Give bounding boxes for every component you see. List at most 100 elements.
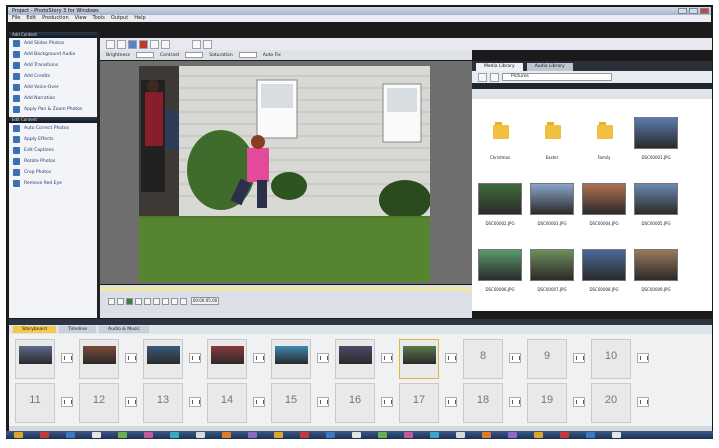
volume-button[interactable] (162, 298, 169, 305)
transition-icon[interactable] (509, 397, 521, 407)
first-frame-button[interactable] (108, 298, 115, 305)
photo-thumbnail[interactable] (530, 249, 574, 281)
storyboard-slot[interactable]: 20 (591, 383, 631, 423)
rotate-left-button[interactable] (128, 39, 137, 49)
photo-thumbnail[interactable] (478, 183, 522, 215)
taskbar-app-icon[interactable] (66, 432, 75, 438)
transition-icon[interactable] (189, 397, 201, 407)
move-left-button[interactable] (192, 39, 201, 49)
transition-icon[interactable] (637, 397, 649, 407)
taskbar-app-icon[interactable] (196, 432, 205, 438)
storyboard-slot[interactable]: 18 (463, 383, 503, 423)
folder-icon[interactable] (597, 121, 613, 141)
taskbar-app-icon[interactable] (170, 432, 179, 438)
taskbar-app-icon[interactable] (40, 432, 49, 438)
task-add-audio[interactable]: Add Background Audio (9, 49, 97, 60)
task-red-eye[interactable]: Remove Red Eye (9, 178, 97, 189)
storyboard-slot[interactable]: 17 (399, 383, 439, 423)
storyboard-slot[interactable] (15, 339, 55, 379)
menu-output[interactable]: Output (111, 15, 128, 22)
taskbar-app-icon[interactable] (508, 432, 517, 438)
task-effects[interactable]: Apply Effects (9, 134, 97, 145)
task-add-transitions[interactable]: Add Transitions (9, 60, 97, 71)
maximize-button[interactable] (689, 8, 698, 14)
storyboard-slot[interactable]: 14 (207, 383, 247, 423)
storyboard-slot[interactable]: 15 (271, 383, 311, 423)
taskbar-app-icon[interactable] (404, 432, 413, 438)
storyboard-slot[interactable]: 9 (527, 339, 567, 379)
taskbar-app-icon[interactable] (534, 432, 543, 438)
folder-icon[interactable] (545, 121, 561, 141)
storyboard-slot[interactable]: 13 (143, 383, 183, 423)
taskbar-app-icon[interactable] (222, 432, 231, 438)
transition-icon[interactable] (573, 353, 585, 363)
transition-icon[interactable] (61, 353, 73, 363)
folder-icon[interactable] (493, 121, 509, 141)
task-add-narration[interactable]: Add Narration (9, 93, 97, 104)
transition-icon[interactable] (253, 353, 265, 363)
redo-button[interactable] (117, 39, 126, 49)
play-button[interactable] (126, 298, 133, 305)
taskbar-app-icon[interactable] (248, 432, 257, 438)
photo-thumbnail[interactable] (530, 183, 574, 215)
brightness-field[interactable] (135, 52, 154, 58)
transition-icon[interactable] (637, 353, 649, 363)
previous-button[interactable] (117, 298, 124, 305)
transition-icon[interactable] (509, 353, 521, 363)
task-crop[interactable]: Crop Photos (9, 167, 97, 178)
taskbar-app-icon[interactable] (144, 432, 153, 438)
transition-icon[interactable] (61, 397, 73, 407)
crop-button[interactable] (161, 39, 170, 49)
transition-icon[interactable] (317, 353, 329, 363)
taskbar-app-icon[interactable] (586, 432, 595, 438)
photo-thumbnail[interactable] (582, 183, 626, 215)
menu-help[interactable]: Help (134, 15, 145, 22)
storyboard-slot[interactable]: 8 (463, 339, 503, 379)
storyboard-slot[interactable] (79, 339, 119, 379)
taskbar-app-icon[interactable] (274, 432, 283, 438)
transition-icon[interactable] (125, 353, 137, 363)
photo-thumbnail[interactable] (634, 183, 678, 215)
taskbar-app-icon[interactable] (300, 432, 309, 438)
transition-icon[interactable] (445, 353, 457, 363)
photo-thumbnail[interactable] (478, 249, 522, 281)
photo-thumbnail[interactable] (582, 249, 626, 281)
storyboard-slot[interactable] (335, 339, 375, 379)
contrast-field[interactable] (185, 52, 204, 58)
task-pan-zoom[interactable]: Apply Pan & Zoom Photos (9, 104, 97, 115)
menu-edit[interactable]: Edit (26, 15, 36, 22)
rotate-right-button[interactable] (150, 39, 159, 49)
photo-thumbnail[interactable] (634, 249, 678, 281)
preview-photo[interactable] (139, 66, 430, 282)
menu-file[interactable]: File (12, 15, 20, 22)
task-captions[interactable]: Edit Captions (9, 145, 97, 156)
saturation-field[interactable] (238, 52, 257, 58)
minimize-button[interactable] (678, 8, 687, 14)
menu-production[interactable]: Production (42, 15, 69, 22)
taskbar-app-icon[interactable] (560, 432, 569, 438)
storyboard-slot[interactable] (271, 339, 311, 379)
transition-icon[interactable] (253, 397, 265, 407)
taskbar-app-icon[interactable] (352, 432, 361, 438)
transition-icon[interactable] (317, 397, 329, 407)
task-add-credits[interactable]: Add Credits (9, 71, 97, 82)
taskbar-app-icon[interactable] (326, 432, 335, 438)
taskbar-app-icon[interactable] (456, 432, 465, 438)
transition-icon[interactable] (381, 353, 393, 363)
taskbar-app-icon[interactable] (430, 432, 439, 438)
auto-fix-button[interactable]: Auto Fix (263, 53, 281, 58)
stop-button[interactable] (153, 298, 160, 305)
storyboard-slot[interactable] (207, 339, 247, 379)
transition-icon[interactable] (189, 353, 201, 363)
tab-audio-music[interactable]: Audio & Music (99, 326, 149, 333)
delete-button[interactable] (139, 39, 148, 49)
seek-bar[interactable] (100, 287, 472, 291)
menu-view[interactable]: View (75, 15, 87, 22)
transition-icon[interactable] (445, 397, 457, 407)
task-auto-correct[interactable]: Auto Correct Photos (9, 123, 97, 134)
taskbar-app-icon[interactable] (482, 432, 491, 438)
storyboard-slot[interactable]: 12 (79, 383, 119, 423)
photo-thumbnail[interactable] (634, 117, 678, 149)
taskbar-app-icon[interactable] (92, 432, 101, 438)
taskbar-app-icon[interactable] (378, 432, 387, 438)
